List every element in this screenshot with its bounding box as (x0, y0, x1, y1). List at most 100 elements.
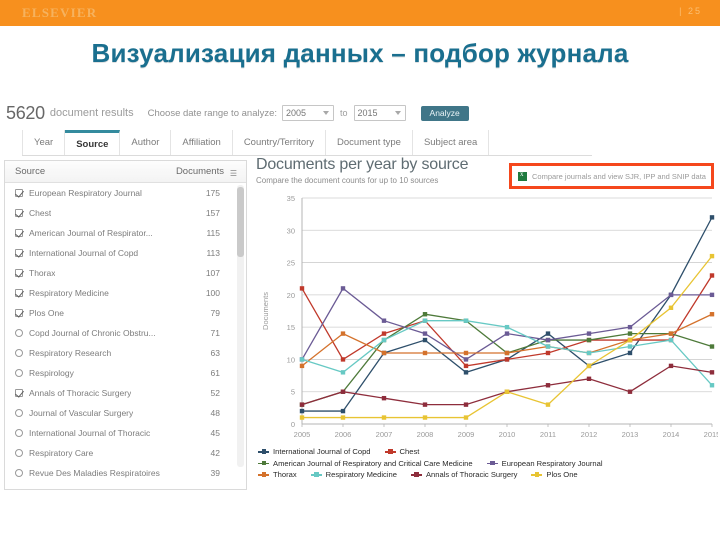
legend-item[interactable]: International Journal of Copd (258, 446, 371, 458)
source-row[interactable]: International Journal of Copd 113 (5, 243, 246, 263)
checkbox-checked-icon[interactable] (15, 229, 23, 237)
compare-journals-link-box[interactable]: Compare journals and view SJR, IPP and S… (509, 163, 714, 189)
legend-label: Annals of Thoracic Surgery (425, 470, 518, 479)
line-chart-plot: 0 5 10 15 20 25 30 35 Documents 2005 2006 2007 2008 2… (256, 192, 720, 450)
source-row[interactable]: Copd Journal of Chronic Obstru... 71 (5, 323, 246, 343)
legend-item[interactable]: Chest (384, 446, 420, 458)
legend-item[interactable]: European Respiratory Journal (486, 458, 603, 470)
compare-journals-link[interactable]: Compare journals and view SJR, IPP and S… (532, 172, 706, 181)
chart-data-point (463, 350, 469, 356)
source-list: European Respiratory Journal 175 Chest 157 A… (5, 183, 246, 489)
source-row[interactable]: Respirology 61 (5, 363, 246, 383)
checkbox-unchecked-icon[interactable] (15, 369, 23, 377)
legend-swatch-icon (384, 448, 396, 455)
source-name: Respiratory Medicine (29, 288, 109, 298)
source-row[interactable]: Revue Des Maladies Respiratoires 39 (5, 463, 246, 483)
source-row[interactable]: Plos One 79 (5, 303, 246, 323)
checkbox-checked-icon[interactable] (15, 269, 23, 277)
y-axis-title: Documents (261, 292, 270, 330)
tab-label: Year (34, 137, 54, 148)
page-title: Визуализация данных – подбор журнала (91, 38, 629, 68)
tab-affiliation[interactable]: Affiliation (171, 130, 233, 155)
chart-data-point (586, 350, 592, 356)
source-row[interactable]: International Journal of Thoracic 45 (5, 423, 246, 443)
chart-data-point (340, 389, 346, 394)
checkbox-unchecked-icon[interactable] (15, 469, 23, 477)
chart-data-point (709, 253, 715, 259)
source-row[interactable]: Annals of Thoracic Surgery 52 (5, 383, 246, 403)
result-count-label: document results (49, 107, 134, 119)
legend-swatch-icon (410, 471, 422, 478)
column-header-documents[interactable]: Documents (176, 166, 224, 177)
tab-document-type[interactable]: Document type (326, 130, 413, 155)
chart-data-point (504, 389, 510, 394)
chart-data-point (340, 408, 346, 414)
checkbox-checked-icon[interactable] (15, 209, 23, 217)
legend-item[interactable]: Annals of Thoracic Surgery (410, 469, 518, 481)
legend-item[interactable]: American Journal of Respiratory and Crit… (258, 458, 473, 470)
legend-swatch-icon (258, 471, 269, 478)
checkbox-unchecked-icon[interactable] (15, 409, 23, 417)
analyze-toolbar: 5620 document results Choose date range … (2, 100, 718, 126)
analyze-button[interactable]: Analyze (420, 105, 469, 121)
checkbox-unchecked-icon[interactable] (15, 349, 23, 357)
result-count: 5620 (6, 102, 45, 123)
checkbox-unchecked-icon[interactable] (15, 429, 23, 437)
x-axis-tick-label: 2015 (704, 430, 718, 439)
source-row[interactable]: Journal of Vascular Surgery 48 (5, 403, 246, 423)
tab-author[interactable]: Author (120, 130, 172, 155)
x-axis-tick-label: 2013 (622, 430, 639, 439)
sort-descending-icon[interactable]: ☰ (230, 169, 237, 178)
checkbox-checked-icon[interactable] (15, 189, 23, 197)
year-from-value: 2005 (286, 108, 307, 118)
chart-data-point (463, 402, 469, 407)
tab-year[interactable]: Year (22, 130, 66, 155)
chart-data-point (422, 312, 428, 317)
source-row[interactable]: American Journal of Respirator... 115 (5, 223, 246, 243)
x-axis-tick-label: 2009 (458, 430, 475, 439)
y-axis-tick-label: 35 (287, 194, 295, 203)
source-row[interactable]: Respiratory Medicine 100 (5, 283, 246, 303)
source-row[interactable]: European Respiratory Journal 175 (5, 183, 246, 203)
legend-item[interactable]: Respiratory Medicine (310, 469, 397, 481)
chart-data-point (504, 331, 510, 336)
analyze-tab-strip: Year Source Author Affiliation Country/Terri… (22, 130, 592, 156)
chart-data-point (463, 415, 469, 420)
checkbox-checked-icon[interactable] (15, 289, 23, 297)
source-list-scrollbar-thumb[interactable] (237, 187, 244, 257)
chart-data-point (299, 402, 305, 407)
legend-item[interactable]: Thorax (258, 469, 297, 481)
tab-country-territory[interactable]: Country/Territory (233, 130, 327, 155)
x-axis-tick-label: 2012 (581, 430, 598, 439)
chart-data-point (422, 318, 428, 323)
source-name: Revue Des Maladies Respiratoires (29, 468, 160, 478)
chart-data-point (668, 363, 674, 369)
year-from-select[interactable]: 2005 (282, 105, 335, 121)
source-row[interactable]: Chest 157 (5, 203, 246, 223)
source-document-count: 48 (210, 408, 220, 418)
tab-subject-area[interactable]: Subject area (413, 130, 490, 155)
legend-label: Chest (399, 447, 420, 456)
tab-label: Source (76, 138, 109, 150)
year-to-select[interactable]: 2015 (353, 105, 406, 121)
source-row[interactable]: Respiratory Care 42 (5, 443, 246, 463)
chart-data-point (627, 331, 633, 336)
x-axis-tick-label: 2014 (663, 430, 680, 439)
chart-data-point (422, 415, 428, 420)
checkbox-unchecked-icon[interactable] (15, 329, 23, 337)
legend-item[interactable]: Plos One (531, 469, 578, 481)
y-axis-tick-label: 10 (287, 355, 295, 364)
checkbox-checked-icon[interactable] (15, 249, 23, 257)
checkbox-checked-icon[interactable] (15, 389, 23, 397)
source-row[interactable]: Respiratory Research 63 (5, 343, 246, 363)
chart-data-point (381, 395, 387, 401)
chart-data-point (545, 331, 551, 336)
source-row[interactable]: Thorax 107 (5, 263, 246, 283)
checkbox-unchecked-icon[interactable] (15, 449, 23, 457)
tab-source[interactable]: Source (65, 130, 121, 155)
chart-data-point (463, 318, 469, 323)
tab-label: Document type (337, 137, 401, 148)
chart-data-point (381, 415, 387, 420)
chart-data-point (422, 337, 428, 343)
checkbox-checked-icon[interactable] (15, 309, 23, 317)
